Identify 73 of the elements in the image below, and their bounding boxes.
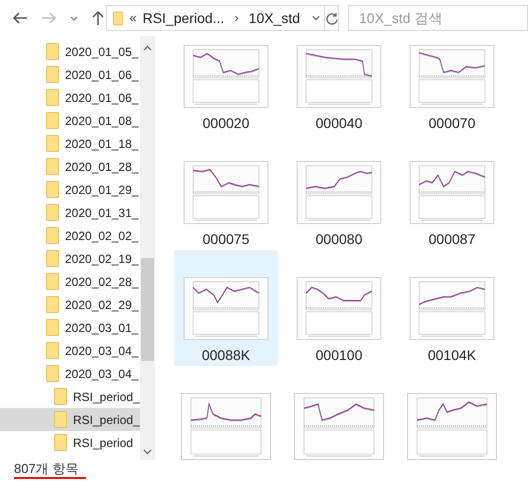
breadcrumb-separator: ›: [233, 9, 240, 28]
file-name: 000070: [428, 114, 476, 133]
tree-item[interactable]: 2020_03_04_: [0, 339, 140, 362]
breadcrumb[interactable]: 10X_std: [248, 8, 300, 28]
up-arrow-icon[interactable]: [91, 10, 105, 26]
folder-icon: [46, 227, 59, 244]
underline-mark: [14, 477, 86, 479]
file-item[interactable]: 000020: [174, 36, 278, 134]
folder-icon: [46, 204, 59, 221]
folder-icon: [46, 43, 59, 60]
folder-icon: [46, 273, 59, 290]
file-item[interactable]: 00104K: [400, 250, 504, 366]
tree-item[interactable]: 2020_03_04_: [0, 362, 140, 385]
tree-item[interactable]: RSI_period_: [0, 408, 140, 431]
scroll-down-icon[interactable]: [143, 449, 152, 455]
file-item[interactable]: 000040: [287, 36, 391, 134]
overflow-chevrons[interactable]: «: [129, 8, 137, 28]
file-name: 00088K: [202, 346, 250, 365]
tree-item[interactable]: 2020_03_01_: [0, 316, 140, 339]
tree-item[interactable]: 2020_02_02_: [0, 224, 140, 247]
tree-item[interactable]: 2020_01_06_: [0, 63, 140, 86]
item-count: 807개 항목: [14, 460, 80, 477]
file-name: 000080: [316, 230, 362, 249]
folder-icon: [46, 342, 59, 359]
folder-icon: [54, 411, 67, 428]
file-name: 00104K: [428, 346, 476, 365]
chevron-down-icon[interactable]: [312, 15, 320, 21]
folder-icon: [46, 319, 59, 336]
tree-item[interactable]: 2020_01_08_: [0, 109, 140, 132]
folder-icon: [46, 66, 59, 83]
refresh-icon: [326, 12, 338, 24]
tree-item[interactable]: 2020_01_05_: [0, 40, 140, 63]
scroll-thumb[interactable]: [141, 258, 154, 361]
tree-item[interactable]: 2020_01_29_: [0, 178, 140, 201]
file-item[interactable]: 000075: [174, 134, 278, 250]
folder-icon: [46, 365, 59, 382]
tree-item[interactable]: RSI_period_: [0, 385, 140, 408]
file-item[interactable]: 000070: [400, 36, 504, 134]
tree-item[interactable]: 2020_01_18_: [0, 132, 140, 155]
folder-icon: [46, 89, 59, 106]
file-name: 000087: [428, 230, 476, 249]
tree-item[interactable]: 2020_01_06_: [0, 86, 140, 109]
folder-icon: [46, 181, 59, 198]
folder-icon: [46, 296, 59, 313]
scrollbar[interactable]: [140, 36, 155, 460]
chevron-down-icon[interactable]: [70, 16, 78, 20]
file-item[interactable]: 000087: [400, 134, 504, 250]
folder-icon: [46, 112, 59, 129]
back-icon[interactable]: [12, 11, 28, 25]
breadcrumb[interactable]: RSI_period...: [142, 8, 224, 28]
folder-icon: [46, 250, 59, 267]
file-item[interactable]: 000100: [287, 250, 391, 366]
search-field[interactable]: 10X_std 검색: [348, 5, 528, 31]
folder-icon: [46, 158, 59, 175]
file-name: 000020: [202, 114, 250, 133]
tree-item[interactable]: 2020_01_31_: [0, 201, 140, 224]
file-name: 000100: [316, 346, 362, 365]
folder-icon: [113, 10, 124, 26]
file-item[interactable]: 00088K: [174, 250, 278, 366]
file-name: 000075: [202, 230, 250, 249]
refresh-button[interactable]: [325, 5, 339, 31]
tree-item[interactable]: 2020_02_28_: [0, 270, 140, 293]
file-name: 000040: [316, 114, 362, 133]
tree-item[interactable]: 2020_01_28_: [0, 155, 140, 178]
file-item[interactable]: 000080: [287, 134, 391, 250]
tree-item[interactable]: 2020_02_19_: [0, 247, 140, 270]
scroll-up-icon[interactable]: [143, 45, 152, 51]
folder-icon: [54, 434, 67, 451]
folder-icon: [46, 135, 59, 152]
address-bar[interactable]: « RSI_period... › 10X_std: [106, 5, 325, 31]
tree-item[interactable]: 2020_02_29_: [0, 293, 140, 316]
folder-icon: [54, 388, 67, 405]
tree-item[interactable]: RSI_period: [0, 431, 140, 454]
